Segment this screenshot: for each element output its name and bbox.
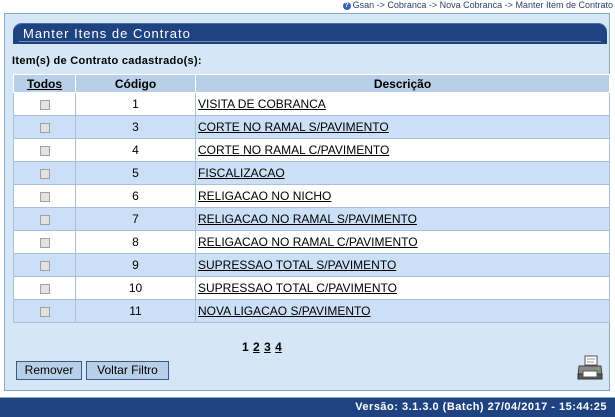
- table-row: 7 RELIGACAO NO RAMAL S/PAVIMENTO: [13, 207, 610, 231]
- main-panel: Manter Itens de Contrato Item(s) de Cont…: [4, 13, 610, 391]
- row-description-link[interactable]: VISITA DE COBRANCA: [198, 97, 326, 111]
- row-code: 3: [75, 115, 196, 139]
- row-description-link[interactable]: CORTE NO RAMAL S/PAVIMENTO: [198, 120, 389, 134]
- breadcrumb: ? Gsan -> Cobranca -> Nova Cobranca -> Ma…: [0, 0, 615, 12]
- breadcrumb-text: Gsan -> Cobranca -> Nova Cobranca -> Man…: [352, 0, 613, 10]
- printer-icon[interactable]: [576, 354, 604, 382]
- row-description-link[interactable]: SUPRESSAO TOTAL C/PAVIMENTO: [198, 281, 397, 295]
- row-code: 10: [75, 276, 196, 300]
- table-row: 10 SUPRESSAO TOTAL C/PAVIMENTO: [13, 276, 610, 300]
- row-checkbox[interactable]: [39, 99, 50, 110]
- row-description-link[interactable]: CORTE NO RAMAL C/PAVIMENTO: [198, 143, 389, 157]
- row-code: 1: [75, 92, 196, 116]
- column-header-code: Código: [75, 74, 196, 93]
- row-description-link[interactable]: RELIGACAO NO RAMAL C/PAVIMENTO: [198, 235, 418, 249]
- table-row: 1 VISITA DE COBRANCA: [13, 92, 610, 116]
- row-checkbox[interactable]: [39, 122, 50, 133]
- page-link-3[interactable]: 3: [264, 340, 271, 354]
- pagination: 1 2 3 4: [242, 340, 282, 354]
- row-checkbox[interactable]: [39, 168, 50, 179]
- page-link-2[interactable]: 2: [253, 340, 260, 354]
- help-icon[interactable]: ?: [342, 1, 351, 10]
- table-row: 9 SUPRESSAO TOTAL S/PAVIMENTO: [13, 253, 610, 277]
- row-description-link[interactable]: RELIGACAO NO NICHO: [198, 189, 331, 203]
- page-link-4[interactable]: 4: [275, 340, 282, 354]
- back-to-filter-button[interactable]: Voltar Filtro: [86, 361, 169, 380]
- table-row: 11 NOVA LIGACAO S/PAVIMENTO: [13, 299, 610, 323]
- section-label: Item(s) de Contrato cadastrado(s):: [12, 55, 202, 67]
- row-checkbox[interactable]: [39, 145, 50, 156]
- row-code: 6: [75, 184, 196, 208]
- row-code: 4: [75, 138, 196, 162]
- table-row: 3 CORTE NO RAMAL S/PAVIMENTO: [13, 115, 610, 139]
- select-all-link[interactable]: Todos: [13, 74, 76, 93]
- row-checkbox[interactable]: [39, 214, 50, 225]
- row-description-link[interactable]: NOVA LIGACAO S/PAVIMENTO: [198, 304, 371, 318]
- page-current: 1: [242, 340, 249, 354]
- row-checkbox[interactable]: [39, 283, 50, 294]
- row-description-link[interactable]: RELIGACAO NO RAMAL S/PAVIMENTO: [198, 212, 417, 226]
- row-checkbox[interactable]: [39, 306, 50, 317]
- row-code: 8: [75, 230, 196, 254]
- row-code: 7: [75, 207, 196, 231]
- row-checkbox[interactable]: [39, 237, 50, 248]
- column-header-description: Descrição: [195, 74, 610, 93]
- row-code: 5: [75, 161, 196, 185]
- version-footer: Versão: 3.1.3.0 (Batch) 27/04/2017 - 15:…: [0, 397, 615, 417]
- remove-button[interactable]: Remover: [16, 361, 82, 380]
- contract-items-table: Todos Código Descrição 1 VISITA DE COBRA…: [13, 74, 610, 323]
- row-description-link[interactable]: SUPRESSAO TOTAL S/PAVIMENTO: [198, 258, 396, 272]
- row-description-link[interactable]: FISCALIZACAO: [198, 166, 285, 180]
- table-row: 5 FISCALIZACAO: [13, 161, 610, 185]
- table-row: 8 RELIGACAO NO RAMAL C/PAVIMENTO: [13, 230, 610, 254]
- table-row: 6 RELIGACAO NO NICHO: [13, 184, 610, 208]
- table-header-row: Todos Código Descrição: [13, 74, 610, 93]
- row-code: 9: [75, 253, 196, 277]
- page-title: Manter Itens de Contrato: [13, 23, 607, 44]
- table-row: 4 CORTE NO RAMAL C/PAVIMENTO: [13, 138, 610, 162]
- row-checkbox[interactable]: [39, 191, 50, 202]
- row-code: 11: [75, 299, 196, 323]
- row-checkbox[interactable]: [39, 260, 50, 271]
